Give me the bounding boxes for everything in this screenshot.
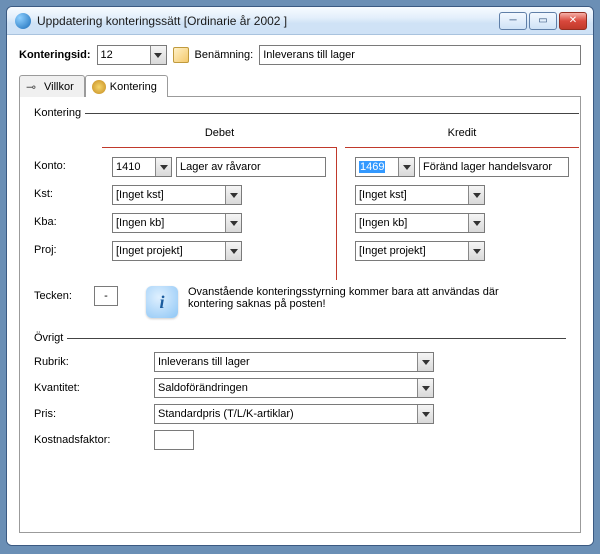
chevron-down-icon[interactable] <box>225 214 241 232</box>
close-button[interactable]: ✕ <box>559 12 587 30</box>
debet-header: Debet <box>102 125 337 147</box>
tab-villkor[interactable]: Villkor <box>19 75 85 97</box>
app-icon <box>15 13 31 29</box>
chevron-down-icon[interactable] <box>417 405 433 423</box>
chevron-down-icon[interactable] <box>468 214 484 232</box>
key-icon <box>26 80 40 94</box>
chevron-down-icon[interactable] <box>417 379 433 397</box>
rubrik-label: Rubrik: <box>34 356 154 368</box>
kredit-column: 1469 [Inget kst] <box>345 147 579 280</box>
info-text: Ovanstående konteringsstyrning kommer ba… <box>188 286 508 310</box>
tab-kontering-label: Kontering <box>110 81 157 93</box>
titlebar: Uppdatering konteringssätt [Ordinarie år… <box>7 7 593 35</box>
kontering-legend: Kontering <box>34 107 85 119</box>
chevron-down-icon[interactable] <box>468 186 484 204</box>
kredit-konto-name[interactable] <box>419 157 569 177</box>
kredit-kst-combo[interactable]: [Inget kst] <box>355 185 485 205</box>
kredit-kba-combo[interactable]: [Ingen kb] <box>355 213 485 233</box>
ovrigt-legend: Övrigt <box>34 332 67 344</box>
kredit-proj-combo[interactable]: [Inget projekt] <box>355 241 485 261</box>
debet-konto-name[interactable] <box>176 157 326 177</box>
info-icon <box>146 286 178 318</box>
chevron-down-icon[interactable] <box>155 158 171 176</box>
kostnadsfaktor-label: Kostnadsfaktor: <box>34 434 154 446</box>
konteringsid-combo[interactable]: 12 <box>97 45 167 65</box>
tecken-row: Tecken: - Ovanstående konteringsstyrning… <box>34 286 579 318</box>
pris-label: Pris: <box>34 408 154 420</box>
chevron-down-icon[interactable] <box>225 186 241 204</box>
konto-label: Konto: <box>34 155 94 177</box>
debet-column: 1410 [Inget kst] <box>102 147 337 280</box>
kvantitet-combo[interactable]: Saldoförändringen <box>154 378 434 398</box>
konteringsid-label: Konteringsid: <box>19 49 91 61</box>
kredit-header: Kredit <box>345 125 579 147</box>
tab-villkor-label: Villkor <box>44 81 74 93</box>
tecken-label: Tecken: <box>34 286 94 302</box>
chevron-down-icon[interactable] <box>468 242 484 260</box>
benamnning-label: Benämning: <box>195 49 254 61</box>
tab-kontering[interactable]: Kontering <box>85 75 168 97</box>
kontering-columns: Debet Kredit Konto: Kst: Kba: Proj: 1410 <box>34 125 579 280</box>
tab-panel: Kontering Debet Kredit Konto: Kst: Kba: … <box>19 96 581 533</box>
window-title: Uppdatering konteringssätt [Ordinarie år… <box>37 14 499 28</box>
header-row: Konteringsid: 12 Benämning: <box>19 45 581 65</box>
side-labels: Konto: Kst: Kba: Proj: <box>34 147 94 267</box>
app-window: Uppdatering konteringssätt [Ordinarie år… <box>6 6 594 546</box>
konteringsid-value: 12 <box>101 49 113 61</box>
ovrigt-group: Övrigt Rubrik: Inleverans till lager Kva… <box>34 332 566 450</box>
proj-label: Proj: <box>34 239 94 261</box>
debet-kst-combo[interactable]: [Inget kst] <box>112 185 242 205</box>
chevron-down-icon[interactable] <box>417 353 433 371</box>
debet-konto-code[interactable]: 1410 <box>112 157 172 177</box>
tabstrip: Villkor Kontering <box>19 75 581 97</box>
kredit-konto-code[interactable]: 1469 <box>355 157 415 177</box>
gear-icon <box>92 80 106 94</box>
kvantitet-label: Kvantitet: <box>34 382 154 394</box>
debet-kba-combo[interactable]: [Ingen kb] <box>112 213 242 233</box>
tecken-value[interactable]: - <box>94 286 118 306</box>
window-buttons: ─ ▭ ✕ <box>499 12 587 30</box>
minimize-button[interactable]: ─ <box>499 12 527 30</box>
chevron-down-icon[interactable] <box>398 158 414 176</box>
chevron-down-icon[interactable] <box>150 46 166 64</box>
kontering-group: Kontering Debet Kredit Konto: Kst: Kba: … <box>34 107 579 318</box>
chevron-down-icon[interactable] <box>225 242 241 260</box>
debet-proj-combo[interactable]: [Inget projekt] <box>112 241 242 261</box>
pris-combo[interactable]: Standardpris (T/L/K-artiklar) <box>154 404 434 424</box>
kba-label: Kba: <box>34 211 94 233</box>
benamnning-input[interactable] <box>259 45 581 65</box>
kostnadsfaktor-input[interactable] <box>154 430 194 450</box>
client-area: Konteringsid: 12 Benämning: Villkor Kont… <box>7 35 593 545</box>
maximize-button[interactable]: ▭ <box>529 12 557 30</box>
rubrik-combo[interactable]: Inleverans till lager <box>154 352 434 372</box>
tag-icon <box>173 47 189 63</box>
kst-label: Kst: <box>34 183 94 205</box>
